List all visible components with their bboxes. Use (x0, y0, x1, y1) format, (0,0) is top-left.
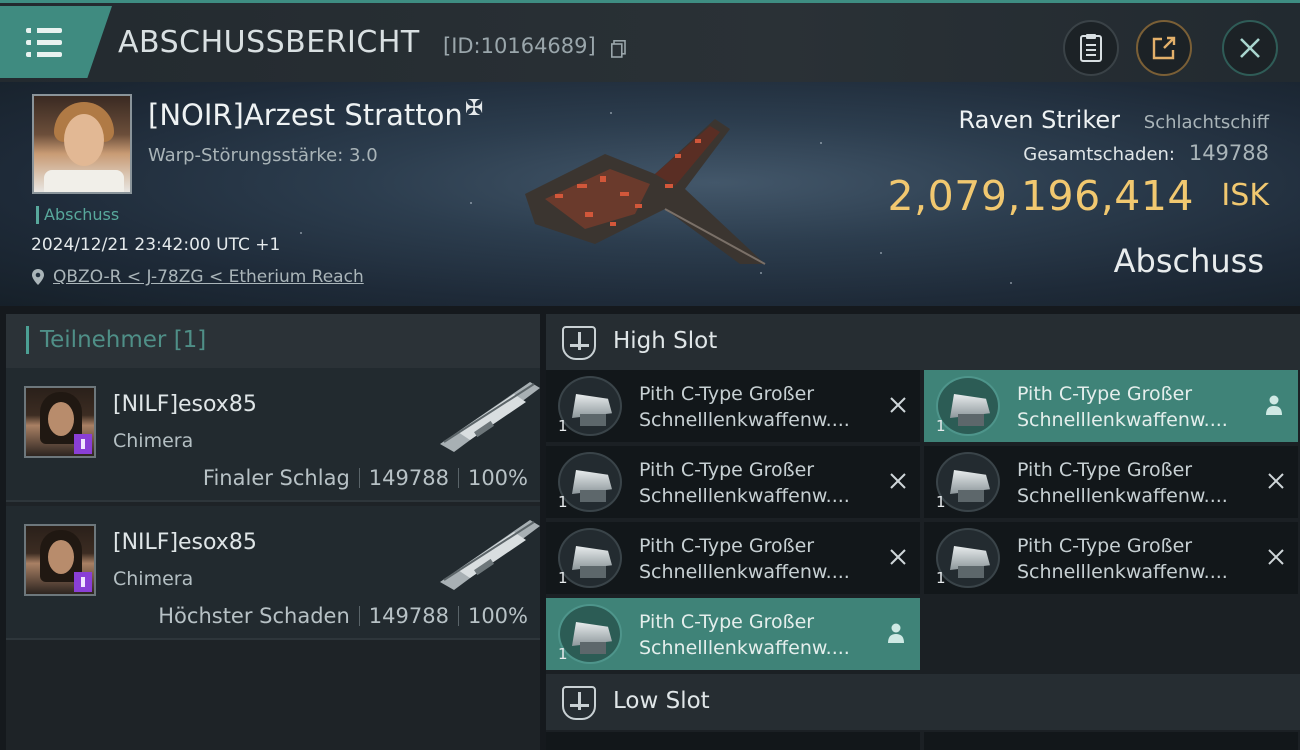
result-label: Abschuss (1113, 242, 1264, 280)
launcher-module-icon (936, 528, 1000, 588)
module-quantity: 1 (936, 493, 946, 511)
module-item[interactable]: 1 Pith C-Type Großer Schnelllenkwaffenw..… (924, 370, 1298, 442)
low-slot-title: Low Slot (613, 688, 710, 714)
total-damage-value: 149788 (1188, 141, 1269, 165)
participant-row[interactable]: [NILF]esox85 Chimera Höchster Schaden 149… (6, 506, 540, 640)
destroyed-icon (890, 473, 906, 489)
module-item[interactable]: 1 Pith C-Type Großer Schnelllenkwaffenw..… (924, 446, 1298, 518)
module-name: Pith C-Type Großer Schnelllenkwaffenw.... (1017, 459, 1228, 507)
corp-cross-icon: ✠ (465, 96, 484, 121)
copy-icon[interactable] (611, 40, 626, 58)
avatar[interactable] (24, 386, 96, 458)
warp-strength: Warp-Störungsstärke: 3.0 (148, 145, 378, 166)
participant-stats: Höchster Schaden 149788 100% (158, 604, 528, 628)
module-name: Pith C-Type Großer Schnelllenkwaffenw.... (639, 535, 850, 583)
participant-percent: 100% (467, 604, 528, 628)
participant-ship: Chimera (113, 430, 194, 452)
kill-type-tag: Abschuss (36, 206, 119, 224)
participants-title: Teilnehmer [1] (40, 327, 207, 353)
dropped-person-icon (888, 623, 904, 643)
launcher-module-icon (558, 452, 622, 512)
isk-unit: ISK (1221, 178, 1269, 213)
page-title: ABSCHUSSBERICHT (118, 25, 420, 60)
participant-name[interactable]: [NILF]esox85 (113, 530, 257, 555)
rank-badge-icon (74, 572, 92, 592)
share-button[interactable] (1136, 20, 1192, 76)
destroyed-icon (1268, 549, 1284, 565)
high-slot-title: High Slot (613, 328, 718, 354)
location-pin-icon (32, 269, 44, 285)
top-bar: ABSCHUSSBERICHT [ID:10164689] (0, 0, 1300, 82)
total-damage-label: Gesamtschaden: (1023, 144, 1175, 165)
launcher-module-icon (558, 528, 622, 588)
module-quantity: 1 (558, 569, 568, 587)
killmail-header: [NOIR]Arzest Stratton ✠ Warp-Störungsstä… (0, 82, 1300, 306)
participant-role: Höchster Schaden (158, 604, 350, 628)
module-item[interactable]: 1 Pith C-Type Großer Schnelllenkwaffenw..… (546, 446, 920, 518)
victim-name[interactable]: [NOIR]Arzest Stratton (148, 98, 463, 132)
low-slot-header: Low Slot (546, 674, 1300, 730)
destroyed-icon (890, 397, 906, 413)
module-name: Pith C-Type Großer Schnelllenkwaffenw.... (639, 611, 850, 659)
high-slot-header: High Slot (546, 314, 1300, 370)
destroyed-icon (1268, 473, 1284, 489)
launcher-module-icon (936, 376, 1000, 436)
participant-ship-image (440, 520, 540, 590)
share-icon (1152, 36, 1176, 60)
module-quantity: 1 (558, 645, 568, 663)
participant-damage: 149788 (368, 466, 449, 490)
participant-percent: 100% (467, 466, 528, 490)
module-quantity: 1 (558, 417, 568, 435)
module-name: Pith C-Type Großer Schnelllenkwaffenw.... (1017, 535, 1228, 583)
ship-class: Schlachtschiff (1143, 112, 1269, 133)
module-item[interactable] (924, 732, 1298, 750)
module-quantity: 1 (936, 417, 946, 435)
victim-portrait[interactable] (32, 94, 132, 194)
participant-name[interactable]: [NILF]esox85 (113, 392, 257, 417)
launcher-module-icon (936, 452, 1000, 512)
low-slot-icon (562, 686, 596, 720)
victim-ship-image[interactable] (515, 114, 775, 274)
isk-value: 2,079,196,414 (887, 172, 1194, 220)
participant-ship: Chimera (113, 568, 194, 590)
high-slot-icon (562, 326, 596, 360)
participant-role: Finaler Schlag (202, 466, 350, 490)
close-button[interactable] (1222, 20, 1278, 76)
destroyed-icon (890, 549, 906, 565)
module-quantity: 1 (558, 493, 568, 511)
module-quantity: 1 (936, 569, 946, 587)
launcher-module-icon (558, 376, 622, 436)
participants-panel: Teilnehmer [1] [NILF]esox85 Chimera Fina… (6, 314, 540, 750)
close-icon (1240, 38, 1260, 58)
module-item[interactable]: 1 Pith C-Type Großer Schnelllenkwaffenw..… (924, 522, 1298, 594)
report-id: [ID:10164689] (443, 34, 596, 58)
report-button[interactable] (1063, 20, 1119, 76)
fitting-panel: High Slot 1 Pith C-Type Großer Schnelllen… (546, 314, 1300, 750)
module-item[interactable] (546, 732, 920, 750)
module-name: Pith C-Type Großer Schnelllenkwaffenw.... (1017, 383, 1228, 431)
participant-row[interactable]: [NILF]esox85 Chimera Finaler Schlag 14978… (6, 368, 540, 502)
module-name: Pith C-Type Großer Schnelllenkwaffenw.... (639, 459, 850, 507)
participant-damage: 149788 (368, 604, 449, 628)
module-name: Pith C-Type Großer Schnelllenkwaffenw.... (639, 383, 850, 431)
launcher-module-icon (558, 604, 622, 664)
ship-name[interactable]: Raven Striker (958, 106, 1120, 134)
menu-button[interactable] (0, 6, 112, 78)
kill-datetime: 2024/12/21 23:42:00 UTC +1 (31, 235, 281, 255)
location-link[interactable]: QBZO-R < J-78ZG < Etherium Reach (53, 267, 364, 287)
module-item[interactable]: 1 Pith C-Type Großer Schnelllenkwaffenw..… (546, 370, 920, 442)
participant-stats: Finaler Schlag 149788 100% (203, 466, 528, 490)
avatar[interactable] (24, 524, 96, 596)
clipboard-icon (1080, 34, 1102, 62)
participants-header: Teilnehmer [1] (6, 314, 540, 368)
module-item[interactable]: 1 Pith C-Type Großer Schnelllenkwaffenw..… (546, 598, 920, 670)
participant-ship-image (440, 382, 540, 452)
rank-badge-icon (74, 434, 92, 454)
dropped-person-icon (1266, 395, 1282, 415)
module-item[interactable]: 1 Pith C-Type Großer Schnelllenkwaffenw..… (546, 522, 920, 594)
